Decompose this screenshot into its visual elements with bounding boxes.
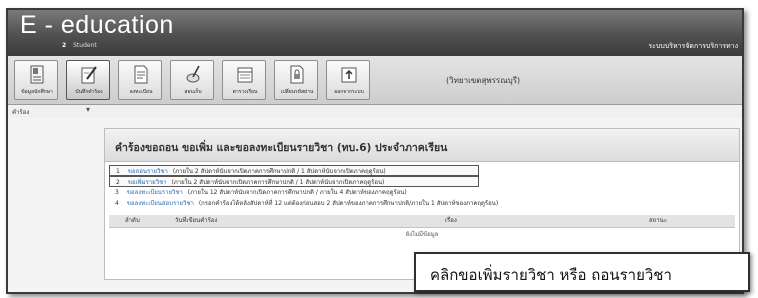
column-header-order: ลำดับ (125, 217, 140, 224)
menu-strip: คำร้อง ▾ (8, 105, 742, 118)
request-description: (ภายใน 12 สัปดาห์นับจากเปิดภาคการศึกษาปก… (187, 189, 407, 196)
request-register-course[interactable]: 3 ขอลงทะเบียนรายวิชา (ภายใน 12 สัปดาห์นั… (109, 187, 737, 198)
password-icon (290, 65, 304, 84)
student-info-icon (30, 65, 44, 84)
column-header-date: วันที่เขียนคำร้อง (175, 217, 218, 224)
panel-title: คำร้องขอถอน ขอเพิ่ม และขอลงทะเบียนรายวิช… (115, 142, 448, 154)
brand-logo: E - education (20, 11, 174, 39)
register-button[interactable]: ลงทะเบียน (118, 60, 162, 100)
request-link-drop[interactable]: ขอถอนรายวิชา (128, 168, 168, 175)
request-description: (ภายใน 2 สัปดาห์นับจากเปิดภาคการศึกษาปกต… (171, 179, 385, 186)
request-table-header: ลำดับ วันที่เขียนคำร้อง เรื่อง สถานะ (109, 215, 735, 228)
request-description: (กรอกคำร้องได้หลังสัปดาห์ที่ 12 แต่ต้องก… (198, 200, 499, 207)
menu-item-request[interactable]: คำร้อง (12, 107, 29, 117)
callout-text: คลิกขอเพิ่มรายวิชา หรือ ถอนรายวิชา (430, 266, 672, 284)
column-header-subject: เรื่อง (445, 217, 457, 224)
exam-icon (186, 65, 200, 83)
panel-title-bar: คำร้องขอถอน ขอเพิ่ม และขอลงทะเบียนรายวิช… (105, 129, 739, 162)
logout-icon (341, 67, 357, 83)
toolbar-label-student-info: ข้อมูลนักศึกษา (21, 89, 53, 95)
toolbar-label-register: ลงทะเบียน (129, 89, 153, 95)
toolbar-label-schedule: ตารางเรียน (232, 89, 258, 95)
schedule-icon (237, 67, 253, 83)
edit-request-icon (81, 66, 97, 84)
student-info-button[interactable]: ข้อมูลนักศึกษา (14, 60, 58, 100)
toolbar-label-logout: ออกจากระบบ (334, 89, 364, 95)
change-password-button[interactable]: เปลี่ยนรหัสผ่าน (274, 60, 318, 100)
system-title: ระบบบริหารจัดการบริการทาง (648, 42, 738, 50)
edit-request-button[interactable]: บันทึกคำร้อง (66, 60, 110, 100)
toolbar-label-exam: สอบเก็บ (184, 89, 202, 95)
user-role: Student (73, 42, 97, 49)
request-exam-registration[interactable]: 4 ขอลงทะเบียนสอบรายวิชา (กรอกคำร้องได้หล… (109, 198, 737, 209)
request-number: 3 (115, 189, 119, 196)
request-description: (ภายใน 2 สัปดาห์นับจากเปิดภาคการศึกษาปกต… (172, 168, 386, 175)
schedule-button[interactable]: ตารางเรียน (222, 60, 266, 100)
user-id: 2 (62, 42, 67, 49)
exam-button[interactable]: สอบเก็บ (170, 60, 214, 100)
request-number: 1 (116, 168, 120, 175)
instruction-callout: คลิกขอเพิ่มรายวิชา หรือ ถอนรายวิชา (414, 252, 750, 292)
empty-table-message: ยังไม่มีข้อมูล (405, 231, 439, 238)
toolbar-label-edit-request: บันทึกคำร้อง (75, 89, 103, 95)
request-link-register[interactable]: ขอลงทะเบียนรายวิชา (127, 189, 183, 196)
campus-note: (วิทยาเขตสุพรรณบุรี) (446, 76, 521, 85)
toolbar: ข้อมูลนักศึกษา บันทึกคำร้อง ลงทะเบียน สอ… (8, 56, 742, 105)
user-info: 2 Student (62, 42, 97, 49)
request-drop-course[interactable]: 1 ขอถอนรายวิชา (ภายใน 2 สัปดาห์นับจากเปิ… (109, 165, 479, 176)
request-link-add[interactable]: ขอเพิ่มรายวิชา (128, 179, 167, 186)
request-link-exam[interactable]: ขอลงทะเบียนสอบรายวิชา (127, 200, 194, 207)
app-header: E - education 2 Student ระบบบริหารจัดการ… (8, 10, 742, 56)
request-list: 1 ขอถอนรายวิชา (ภายใน 2 สัปดาห์นับจากเปิ… (109, 165, 737, 209)
column-header-status: สถานะ (649, 217, 667, 224)
toolbar-label-password: เปลี่ยนรหัสผ่าน (280, 89, 314, 95)
request-add-course[interactable]: 2 ขอเพิ่มรายวิชา (ภายใน 2 สัปดาห์นับจากเ… (109, 176, 479, 187)
logout-button[interactable]: ออกจากระบบ (326, 60, 370, 100)
request-number: 4 (115, 200, 119, 207)
register-icon (134, 65, 148, 84)
chevron-down-icon[interactable]: ▾ (86, 105, 90, 114)
